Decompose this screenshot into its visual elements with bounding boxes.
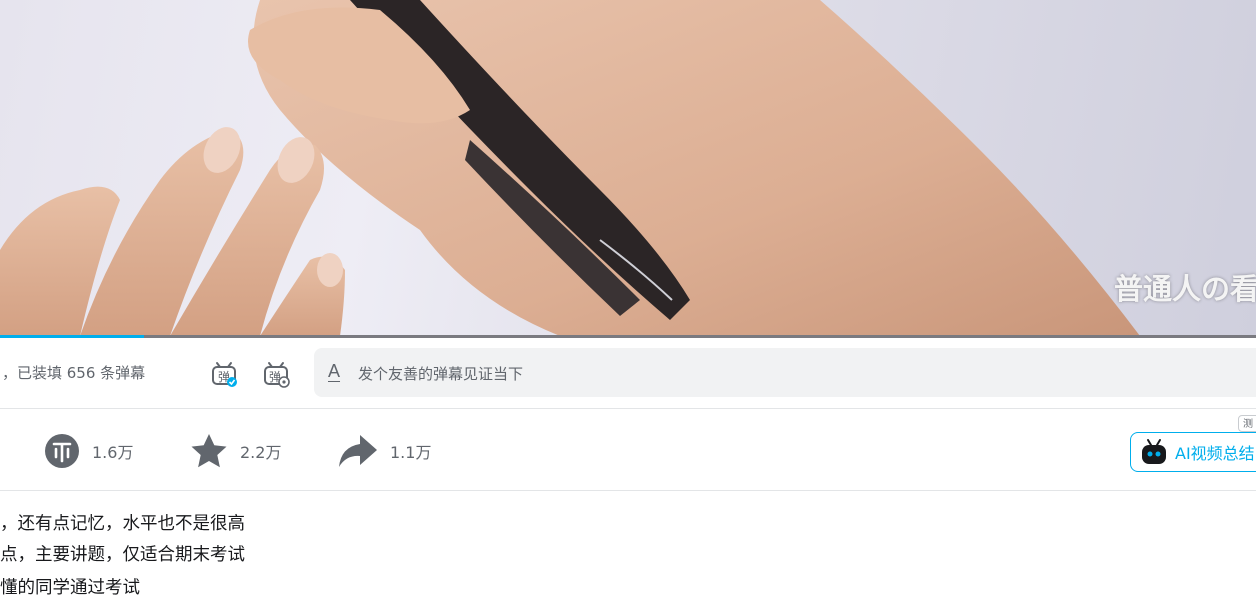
coin-icon <box>45 434 79 468</box>
video-toolbar: 1.6万 2.2万 1.1万 测 AI视频总结 <box>0 409 1256 491</box>
danmaku-bar: ，已装填 656 条弹幕 弹 弹 A 发个友善的弹幕见证当下 <box>0 338 1256 409</box>
ai-beta-tag: 测 <box>1238 415 1256 432</box>
description-line: ，还有点记忆，水平也不是很高 <box>0 514 245 534</box>
danmaku-input-placeholder: 发个友善的弹幕见证当下 <box>358 365 524 383</box>
favorite-button[interactable]: 2.2万 <box>190 433 281 469</box>
danmaku-settings-icon[interactable]: 弹 <box>262 360 290 388</box>
danmaku-toggle-icon[interactable]: 弹 <box>210 360 238 388</box>
coin-count: 1.6万 <box>92 443 134 462</box>
star-icon <box>191 434 227 468</box>
share-arrow-icon <box>339 435 377 467</box>
danmaku-count-text: ，已装填 656 条弹幕 <box>2 364 146 382</box>
description-line: 懂的同学通过考试 <box>0 578 140 598</box>
share-button[interactable]: 1.1万 <box>338 433 431 469</box>
video-frame <box>0 0 1141 336</box>
video-subtitle: 普通人の看 <box>1114 272 1256 306</box>
text-style-icon[interactable]: A <box>328 361 340 382</box>
description-line: 点，主要讲题，仅适合期末考试 <box>0 545 245 565</box>
ai-summary-button[interactable]: AI视频总结 <box>1130 432 1256 472</box>
coin-button[interactable]: 1.6万 <box>44 433 133 469</box>
robot-icon <box>1142 439 1166 464</box>
danmaku-input[interactable]: A 发个友善的弹幕见证当下 <box>314 348 1256 397</box>
share-count: 1.1万 <box>390 443 432 462</box>
video-player[interactable]: 普通人の看 <box>0 0 1256 336</box>
favorite-count: 2.2万 <box>240 443 282 462</box>
ai-summary-label: AI视频总结 <box>1175 444 1255 463</box>
